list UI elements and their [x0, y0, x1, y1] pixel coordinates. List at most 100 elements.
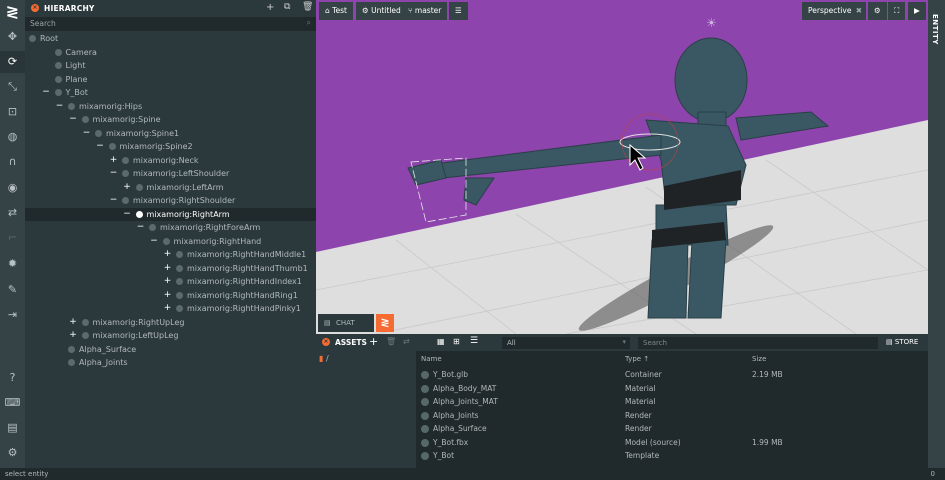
viewport-settings-button[interactable]: ⚙ — [868, 2, 887, 20]
hierarchy-row[interactable]: + mixamorig:LeftUpLeg — [25, 329, 316, 342]
playcanvas-logo[interactable]: ≷ — [0, 0, 25, 25]
hierarchy-row[interactable]: − mixamorig:Spine1 — [25, 127, 316, 140]
expand-icon[interactable]: + — [123, 181, 132, 194]
scene-render[interactable]: ☀ — [316, 0, 928, 334]
hierarchy-row[interactable]: Alpha_Surface — [25, 343, 316, 356]
asset-row[interactable]: Alpha_Surface Render — [416, 422, 928, 436]
asset-row[interactable]: Alpha_Joints Render — [416, 409, 928, 423]
chat-icon[interactable]: ▤ — [0, 417, 25, 439]
expand-icon[interactable]: + — [163, 302, 172, 315]
hierarchy-row[interactable]: + mixamorig:RightHandIndex1 — [25, 275, 316, 288]
scale-icon[interactable]: ⤡ — [0, 76, 25, 98]
hierarchy-row[interactable]: Plane — [25, 73, 316, 86]
hierarchy-search[interactable]: Search ⌕ — [25, 17, 316, 31]
hierarchy-row[interactable]: − mixamorig:RightShoulder — [25, 194, 316, 207]
list-view-icon[interactable]: ☰ — [470, 336, 478, 346]
hierarchy-row[interactable]: + mixamorig:RightHandPinky1 — [25, 302, 316, 315]
search-input[interactable]: Search — [30, 19, 56, 28]
asset-row[interactable]: Alpha_Body_MAT Material — [416, 382, 928, 396]
grid-view-icon[interactable]: ▦ — [437, 337, 445, 346]
hierarchy-row[interactable]: Camera — [25, 46, 316, 59]
hierarchy-row[interactable]: + mixamorig:RightHandMiddle1 — [25, 248, 316, 261]
hierarchy-row[interactable]: + mixamorig:RightHandThumb1 — [25, 262, 316, 275]
viewport[interactable]: ☀ ⌂ Test ⚙ Untitled ⑂ master ☰ Perspecti… — [316, 0, 928, 334]
folder-root[interactable]: ▮ / — [319, 354, 329, 363]
collapse-icon[interactable]: − — [150, 235, 159, 248]
settings-icon[interactable]: ⚙ — [0, 442, 25, 464]
collapse-icon[interactable]: − — [42, 86, 51, 99]
translate-icon[interactable]: ✥ — [0, 26, 25, 48]
light-icon[interactable]: ✹ — [0, 253, 25, 275]
asset-row[interactable]: Y_Bot Template — [416, 449, 928, 463]
hierarchy-row[interactable]: + mixamorig:LeftArm — [25, 181, 316, 194]
hierarchy-row[interactable]: − Y_Bot — [25, 86, 316, 99]
column-type[interactable]: Type ↑ — [625, 355, 649, 363]
collapse-icon[interactable]: − — [82, 127, 91, 140]
collapse-icon[interactable]: − — [55, 100, 64, 113]
expand-icon[interactable]: + — [69, 316, 78, 329]
light-gizmo-icon[interactable]: ☀ — [706, 16, 717, 30]
publish-icon[interactable]: ⇥ — [0, 304, 25, 326]
hierarchy-row[interactable]: Light — [25, 59, 316, 72]
collapse-icon[interactable]: − — [109, 167, 118, 180]
camera-select[interactable]: Perspective ✖ — [802, 2, 866, 20]
entity-panel[interactable]: ENTITY — [928, 0, 945, 468]
expand-icon[interactable]: + — [163, 275, 172, 288]
column-size[interactable]: Size — [752, 355, 766, 363]
asset-filter-select[interactable]: All ▾ — [502, 337, 630, 349]
collapse-icon[interactable]: − — [136, 221, 145, 234]
resize-icon[interactable]: ⊡ — [0, 101, 25, 123]
asset-row[interactable]: Y_Bot.glb Container 2.19 MB — [416, 368, 928, 382]
snap-icon[interactable]: ∩ — [0, 151, 25, 173]
delete-asset-icon[interactable]: 🗑 — [386, 337, 396, 346]
refresh-icon[interactable]: ⇄ — [403, 337, 410, 346]
duplicate-icon[interactable]: ⧉ — [284, 2, 290, 12]
add-entity-icon[interactable]: + — [266, 2, 274, 13]
hierarchy-row[interactable]: − mixamorig:RightArm — [25, 207, 316, 221]
list-button[interactable]: ☰ — [449, 2, 468, 20]
collapse-icon[interactable]: − — [69, 113, 78, 126]
hierarchy-row[interactable]: + mixamorig:Neck — [25, 154, 316, 167]
scene-button[interactable]: ⚙ Untitled — [356, 2, 407, 20]
keyboard-icon[interactable]: ⌨ — [0, 392, 25, 414]
branch-button[interactable]: ⑂ master — [402, 2, 448, 20]
hierarchy-row[interactable]: + mixamorig:RightHandRing1 — [25, 289, 316, 302]
view-icon[interactable]: ◉ — [0, 177, 25, 199]
hierarchy-row[interactable]: − mixamorig:Hips — [25, 100, 316, 113]
expand-icon[interactable]: + — [69, 329, 78, 342]
add-asset-icon[interactable]: + — [369, 335, 378, 348]
expand-icon[interactable]: + — [163, 248, 172, 261]
rotate-icon[interactable]: ⟳ — [0, 51, 25, 73]
expand-icon[interactable]: + — [163, 262, 172, 275]
expand-icon[interactable]: + — [109, 154, 118, 167]
delete-icon[interactable]: 🗑 — [302, 2, 313, 12]
edit-icon[interactable]: ✎ — [0, 279, 25, 301]
hierarchy-row[interactable]: − mixamorig:Spine2 — [25, 140, 316, 153]
chat-button[interactable]: ▤ CHAT — [318, 314, 374, 332]
hierarchy-row[interactable]: − mixamorig:RightForeArm — [25, 221, 316, 234]
world-icon[interactable]: ◍ — [0, 126, 25, 148]
bake-icon[interactable]: ⇄ — [0, 202, 25, 224]
playcanvas-chat-logo[interactable]: ≷ — [376, 314, 394, 332]
collapse-icon[interactable]: − — [96, 140, 105, 153]
expand-icon[interactable]: + — [163, 289, 172, 302]
asset-row[interactable]: Y_Bot.fbx Model (source) 1.99 MB — [416, 436, 928, 450]
hierarchy-row[interactable]: Alpha_Joints — [25, 356, 316, 369]
project-button[interactable]: ⌂ Test — [319, 2, 353, 20]
hierarchy-row[interactable]: − mixamorig:LeftShoulder — [25, 167, 316, 180]
help-icon[interactable]: ? — [0, 367, 25, 389]
asset-search-input[interactable]: Search — [638, 337, 878, 349]
launch-button[interactable]: ▶ — [908, 2, 926, 20]
small-grid-view-icon[interactable]: ⊞ — [453, 337, 460, 346]
collapse-icon[interactable]: ⌐ — [0, 227, 25, 249]
close-icon[interactable]: ✖ — [856, 2, 862, 20]
collapse-panel-icon[interactable]: × — [31, 4, 39, 12]
asset-row[interactable]: Alpha_Joints_MAT Material — [416, 395, 928, 409]
store-button[interactable]: ▤ STORE — [886, 338, 918, 346]
collapse-assets-icon[interactable]: × — [322, 338, 330, 346]
collapse-icon[interactable]: − — [109, 194, 118, 207]
hierarchy-row[interactable]: Root — [25, 32, 316, 45]
collapse-icon[interactable]: − — [123, 208, 132, 221]
fullscreen-button[interactable]: ⛶ — [888, 2, 906, 20]
hierarchy-row[interactable]: + mixamorig:RightUpLeg — [25, 316, 316, 329]
